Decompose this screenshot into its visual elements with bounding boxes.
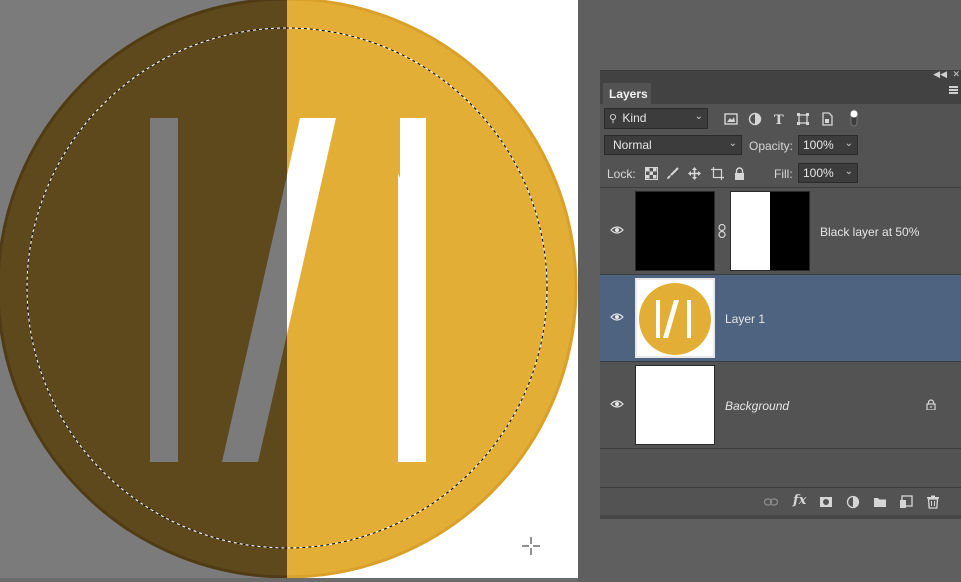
lock-row: Lock: Fill: 100% ⌄ bbox=[600, 160, 961, 188]
chain-link-icon[interactable] bbox=[718, 224, 726, 238]
layer-thumbnail[interactable] bbox=[635, 191, 715, 271]
chevron-down-icon: ⌄ bbox=[694, 111, 703, 122]
lock-icon bbox=[926, 399, 936, 410]
blend-row: Normal ⌄ Opacity: 100% ⌄ bbox=[600, 133, 961, 160]
new-layer-icon[interactable] bbox=[899, 495, 913, 509]
opacity-label: Opacity: bbox=[749, 139, 794, 153]
close-icon[interactable]: ✕ bbox=[952, 70, 960, 80]
panel-resize-edge[interactable] bbox=[600, 515, 961, 519]
layer-row-background[interactable]: Background bbox=[600, 362, 961, 449]
layer-name[interactable]: Background bbox=[725, 399, 789, 413]
adjustment-layer-icon[interactable] bbox=[846, 495, 860, 509]
fx-icon[interactable]: fx bbox=[793, 493, 806, 508]
filter-toggle-icon[interactable] bbox=[848, 108, 860, 128]
blend-mode-value: Normal bbox=[613, 138, 652, 152]
add-mask-icon[interactable] bbox=[819, 495, 833, 509]
adjustment-filter-icon[interactable] bbox=[748, 112, 762, 126]
svg-text:T: T bbox=[774, 113, 784, 126]
crosshair-cursor-icon bbox=[522, 537, 540, 555]
lock-label: Lock: bbox=[607, 167, 636, 181]
document-canvas[interactable] bbox=[0, 0, 578, 582]
trash-icon[interactable] bbox=[926, 495, 940, 509]
eye-icon[interactable] bbox=[610, 399, 624, 409]
tab-layers[interactable]: Layers bbox=[603, 83, 651, 104]
eye-icon[interactable] bbox=[610, 312, 624, 322]
type-filter-icon[interactable]: T bbox=[772, 112, 786, 126]
blend-mode-dropdown[interactable]: Normal ⌄ bbox=[604, 135, 742, 155]
link-layers-icon[interactable] bbox=[764, 495, 778, 509]
layer-name[interactable]: Black layer at 50% bbox=[820, 225, 919, 239]
pixel-filter-icon[interactable] bbox=[724, 112, 738, 126]
layer-name[interactable]: Layer 1 bbox=[725, 312, 765, 326]
lock-all-icon[interactable] bbox=[733, 167, 746, 180]
logo-thumbnail-icon bbox=[639, 283, 711, 355]
opacity-input[interactable]: 100% ⌄ bbox=[798, 135, 858, 155]
fill-input[interactable]: 100% ⌄ bbox=[798, 163, 858, 183]
workspace-background bbox=[578, 0, 600, 582]
smart-object-filter-icon[interactable] bbox=[820, 112, 834, 126]
layer-thumbnail[interactable] bbox=[635, 278, 715, 358]
canvas-artwork bbox=[0, 0, 578, 582]
layer-filter-row: ⚲ Kind ⌄ T bbox=[600, 106, 961, 133]
layer-row-layer-1[interactable]: Layer 1 bbox=[600, 275, 961, 362]
opacity-value: 100% bbox=[803, 138, 834, 152]
chevron-down-icon[interactable]: ⌄ bbox=[845, 138, 853, 149]
layer-row-black-layer[interactable]: Black layer at 50% bbox=[600, 188, 961, 275]
kind-label: Kind bbox=[622, 111, 647, 125]
layer-thumbnail[interactable] bbox=[635, 365, 715, 445]
eye-icon[interactable] bbox=[610, 225, 624, 235]
lock-position-icon[interactable] bbox=[688, 167, 701, 180]
kind-filter-dropdown[interactable]: ⚲ Kind ⌄ bbox=[604, 108, 708, 129]
lock-image-pixels-icon[interactable] bbox=[666, 167, 679, 180]
panel-title-bar[interactable]: ◀◀ ✕ bbox=[600, 70, 961, 83]
layer-mask-thumbnail[interactable] bbox=[730, 191, 810, 271]
chevron-down-icon: ⌄ bbox=[728, 138, 737, 149]
fill-label: Fill: bbox=[774, 167, 793, 181]
chevron-down-icon[interactable]: ⌄ bbox=[845, 166, 853, 177]
hamburger-menu-icon[interactable] bbox=[949, 86, 958, 94]
fill-value: 100% bbox=[803, 166, 834, 180]
canvas-bottom-edge bbox=[0, 578, 578, 582]
panel-tab-row: Layers bbox=[600, 83, 961, 104]
new-group-icon[interactable] bbox=[873, 495, 887, 509]
layers-panel-footer: fx bbox=[600, 487, 961, 517]
search-icon: ⚲ bbox=[609, 113, 618, 125]
shape-filter-icon[interactable] bbox=[796, 112, 810, 126]
layers-panel: ◀◀ ✕ Layers ⚲ Kind ⌄ T Normal ⌄ Opacity:… bbox=[600, 70, 961, 519]
double-chevron-right-icon[interactable]: ◀◀ bbox=[933, 70, 947, 80]
lock-artboard-icon[interactable] bbox=[711, 167, 724, 180]
lock-transparent-pixels-icon[interactable] bbox=[645, 167, 658, 180]
